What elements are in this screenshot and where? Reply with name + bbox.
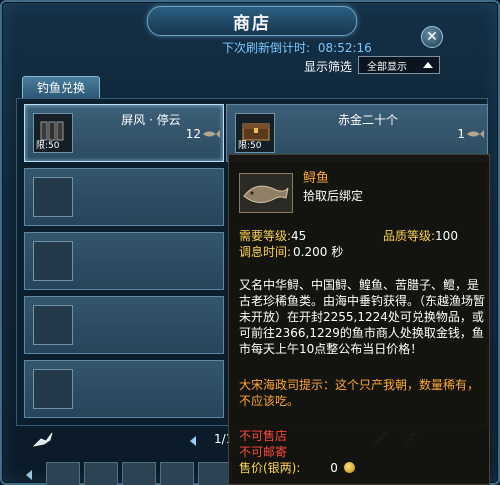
inventory-cell[interactable] [198, 462, 232, 485]
empty-slot[interactable] [24, 360, 224, 418]
cooldown-label: 调息时间: [239, 245, 292, 259]
empty-slot[interactable] [24, 296, 224, 354]
tooltip-req-level: 需要等级:45 [239, 227, 306, 244]
empty-slot[interactable] [24, 168, 224, 226]
empty-icon-box [33, 305, 73, 345]
tooltip-cooldown: 调息时间: 0.200 秒 [239, 243, 343, 260]
window-title: 商店 [233, 13, 271, 34]
tab-label: 钓鱼兑换 [36, 81, 85, 95]
fish-currency-icon [467, 130, 484, 138]
price-value: 0 [330, 461, 338, 475]
tooltip-no-mail: 不可邮寄 [239, 445, 288, 459]
empty-icon-box [33, 177, 73, 217]
item-cost-count: 12 [185, 127, 201, 141]
filter-label: 显示筛选 [304, 60, 353, 74]
req-level-label: 需要等级: [239, 229, 292, 243]
inventory-cell[interactable] [46, 462, 80, 485]
item-icon-box: 限:50 [33, 113, 73, 153]
close-icon[interactable]: ✕ [426, 30, 438, 44]
tooltip-quality: 品质等级:100 [383, 227, 458, 244]
tooltip-no-sell: 不可售店 [239, 429, 288, 443]
inventory-cell[interactable] [160, 462, 194, 485]
cooldown-value: 0.200 秒 [293, 245, 344, 259]
quality-value: 100 [435, 229, 458, 243]
repair-icon[interactable] [32, 430, 54, 448]
purchase-limit: 限:50 [238, 141, 262, 151]
close-button[interactable]: ✕ [421, 26, 443, 48]
tooltip-price: 售价(银两): 0 [239, 459, 355, 476]
req-level-value: 45 [291, 229, 307, 243]
title-bar: 商店 [147, 6, 357, 36]
inventory-cell[interactable] [84, 462, 118, 485]
tooltip-description: 又名中华鲟、中国鲟、鳇鱼、苦腊子、鳣，是古老珍稀鱼类。由海中垂钓获得。（东越渔场… [239, 278, 486, 356]
price-label: 售价(银两): [239, 461, 301, 475]
empty-icon-box [33, 241, 73, 281]
shop-item-slot[interactable]: 限:50 屏风 · 停云 12 [24, 104, 224, 162]
filter-dropdown[interactable]: 全部显示 [358, 56, 440, 74]
empty-icon-box [33, 369, 73, 409]
refresh-label: 下次刷新倒计时: [222, 41, 311, 55]
dropdown-arrow-icon [423, 62, 433, 68]
tooltip-item-name: 鲟鱼 [303, 171, 330, 186]
refresh-time: 08:52:16 [317, 41, 372, 55]
tooltip-bind-status: 拾取后绑定 [303, 189, 364, 203]
purchase-limit: 限:50 [36, 141, 60, 151]
item-name: 屏风 · 停云 [121, 113, 181, 127]
tab-fishing-exchange[interactable]: 钓鱼兑换 [22, 76, 100, 98]
filter-value: 全部显示 [367, 61, 407, 73]
refresh-countdown: 下次刷新倒计时: 08:52:16 [222, 39, 372, 56]
coin-icon [343, 462, 355, 473]
tooltip-hint: 大宋海政司提示：这个只产我朝，数量稀有，不应该吃。 [239, 378, 480, 408]
fish-currency-icon [203, 130, 220, 138]
item-tooltip: 鲟鱼 拾取后绑定 需要等级:45 品质等级:100 调息时间: 0.200 秒 又… [228, 154, 490, 485]
item-cost-count: 1 [457, 127, 465, 141]
sturgeon-icon [243, 185, 289, 203]
item-icon-box: 限:50 [235, 113, 275, 153]
page-prev-icon[interactable] [190, 436, 196, 446]
tooltip-item-icon-box [239, 173, 293, 213]
quality-label: 品质等级: [383, 229, 436, 243]
empty-slot[interactable] [24, 232, 224, 290]
item-name: 赤金二十个 [337, 113, 398, 127]
inventory-cell[interactable] [122, 462, 156, 485]
